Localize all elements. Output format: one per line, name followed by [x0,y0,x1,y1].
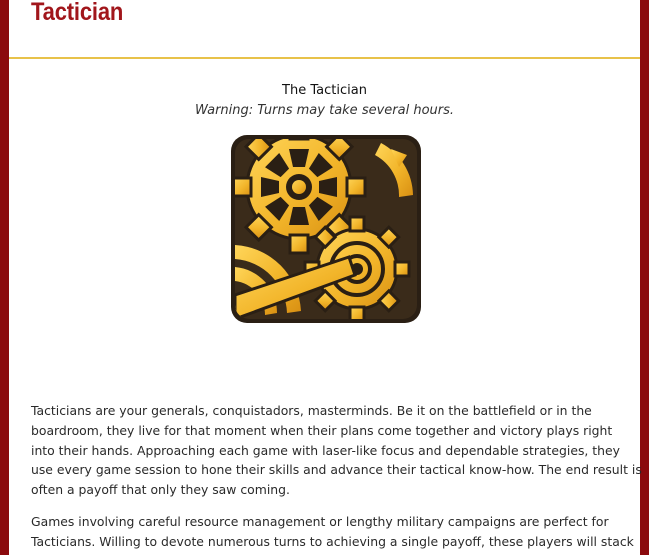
gears-icon [231,135,421,323]
page-header: Tactician [9,0,640,59]
main-content: The Tactician Warning: Turns may take se… [9,59,642,555]
left-frame-border [0,0,9,555]
paragraph-line: use every game session to hone their ski… [31,462,642,478]
page-title: Tactician [31,0,124,26]
intro-paragraph: Tacticians are your generals, conquistad… [31,401,642,500]
paragraph-line: Tacticians. Willing to devote numerous t… [31,533,634,549]
card-warning: Warning: Turns may take several hours. [194,103,455,118]
paragraph-line: Games involving careful resource managem… [31,514,609,529]
paragraph-line: often a payoff that only they saw coming… [31,482,290,498]
paragraph-line: boardroom, they live for that moment whe… [31,422,613,438]
paragraph-line: into their hands. Approaching each game … [31,442,620,458]
paragraph-line: Tacticians are your generals, conquistad… [31,403,592,418]
card-title: The Tactician [282,83,367,98]
games-paragraph: Games involving careful resource managem… [31,512,634,552]
